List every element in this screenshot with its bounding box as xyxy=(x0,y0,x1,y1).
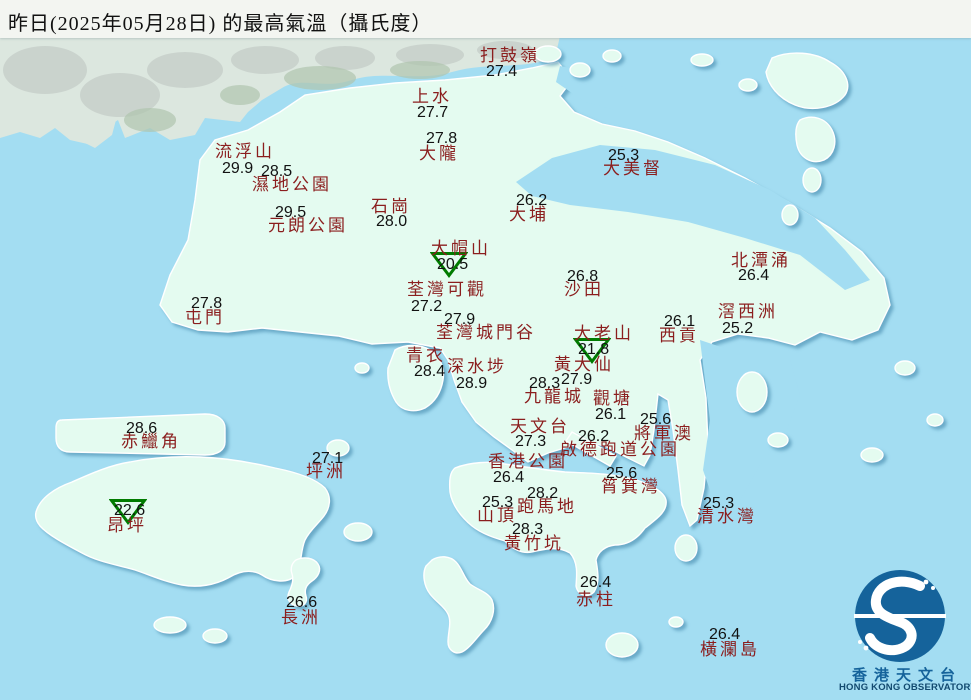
station-value: 26.4 xyxy=(709,626,741,643)
hko-logo-icon xyxy=(854,570,946,662)
station-value: 26.6 xyxy=(286,594,318,611)
station-value: 26.1 xyxy=(664,313,696,330)
station-name-label: 深水埗 xyxy=(447,357,507,376)
station-name-label: 流浮山 xyxy=(215,142,275,161)
station-value: 28.3 xyxy=(529,375,561,392)
station-value: 28.3 xyxy=(512,521,544,538)
station-value: 26.4 xyxy=(580,574,612,591)
station-value: 20.5 xyxy=(437,256,469,273)
logo-org-name-en: HONG KONG OBSERVATORY xyxy=(839,682,971,693)
station-name-label: 荃灣可觀 xyxy=(407,280,487,299)
station-value: 26.2 xyxy=(516,192,548,209)
station-value: 27.3 xyxy=(515,433,547,450)
station-name-label: 昂坪 xyxy=(107,516,147,535)
station-value: 25.3 xyxy=(703,495,735,512)
station-value: 27.9 xyxy=(444,311,476,328)
station-value: 28.6 xyxy=(126,420,158,437)
station-value: 27.7 xyxy=(417,104,449,121)
station-name-label: 大老山 xyxy=(574,324,634,343)
station-name-label: 大隴 xyxy=(419,144,459,163)
station-name-label: 大帽山 xyxy=(431,239,491,258)
station-value: 25.3 xyxy=(482,494,514,511)
station-value: 27.8 xyxy=(426,130,458,147)
station-value: 28.2 xyxy=(527,485,559,502)
station-name-label: 滘西洲 xyxy=(718,302,778,321)
station-layer: 27.4 打鼓嶺 27.7 上水 27.8 大隴 29.9 流浮山 28.5 濕地公園 29.5 元朗… xyxy=(0,0,971,700)
station-value: 27.2 xyxy=(411,298,443,315)
weather-map-stage: 昨日(2025年05月28日) 的最高氣溫（攝氏度） 27.4 打鼓嶺 27.7 上水… xyxy=(0,0,971,700)
station-value: 26.2 xyxy=(578,428,610,445)
station-name-label: 香港公園 xyxy=(488,452,568,471)
station-value: 29.9 xyxy=(222,160,254,177)
station-value: 27.9 xyxy=(561,371,593,388)
station-value: 26.4 xyxy=(493,469,525,486)
station-value: 28.0 xyxy=(376,213,408,230)
station-name-label: 赤柱 xyxy=(576,590,616,609)
station-value: 25.6 xyxy=(606,465,638,482)
station-value: 28.4 xyxy=(414,363,446,380)
station-value: 27.1 xyxy=(312,450,344,467)
station-name-label: 上水 xyxy=(412,87,452,106)
station-value: 27.8 xyxy=(191,295,223,312)
title-bar: 昨日(2025年05月28日) 的最高氣溫（攝氏度） xyxy=(0,0,971,38)
station-value: 28.9 xyxy=(456,375,488,392)
station-value: 27.4 xyxy=(486,63,518,80)
station-value: 25.6 xyxy=(640,411,672,428)
station-value: 22.6 xyxy=(114,502,146,519)
station-value: 25.2 xyxy=(722,320,754,337)
station-name-label: 長洲 xyxy=(281,608,321,627)
station-value: 26.8 xyxy=(567,268,599,285)
station-value: 28.5 xyxy=(261,163,293,180)
station-value: 21.8 xyxy=(578,341,610,358)
station-value: 25.3 xyxy=(608,147,640,164)
station-value: 26.4 xyxy=(738,267,770,284)
station-name-label: 橫瀾島 xyxy=(700,640,760,659)
page-title: 昨日(2025年05月28日) 的最高氣溫（攝氏度） xyxy=(8,13,433,35)
station-name-label: 打鼓嶺 xyxy=(480,46,540,65)
hko-logo: 香港天文台 HONG KONG OBSERVATORY xyxy=(836,568,971,700)
station-value: 26.1 xyxy=(595,406,627,423)
station-name-label: 觀塘 xyxy=(593,389,633,408)
station-value: 29.5 xyxy=(275,204,307,221)
station-name-label: 青衣 xyxy=(406,346,446,365)
